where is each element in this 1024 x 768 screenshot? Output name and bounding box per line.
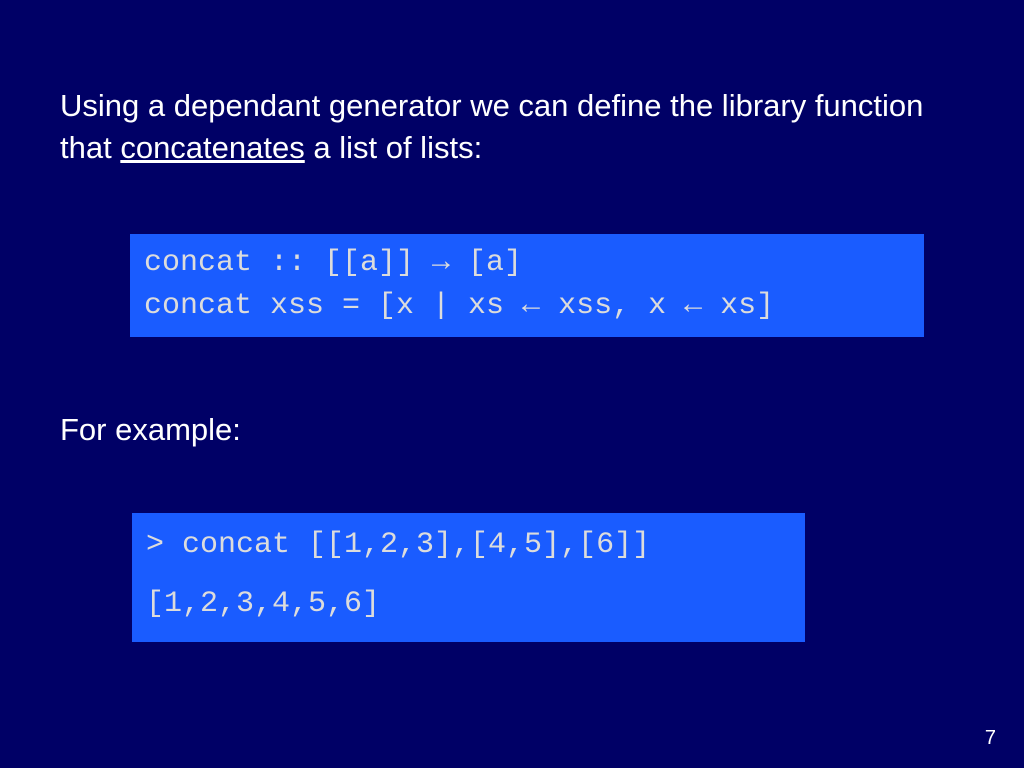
example-code-box: > concat [[1,2,3],[4,5],[6]] [1,2,3,4,5,… (132, 513, 805, 642)
for-example-label: For example: (60, 412, 964, 448)
definition-line-1: concat :: [[a]] → [a] (144, 242, 910, 286)
example-output: [1,2,3,4,5,6] (146, 586, 791, 624)
page-number: 7 (985, 727, 996, 750)
definition-code-box: concat :: [[a]] → [a] concat xss = [x | … (130, 234, 924, 337)
intro-text: Using a dependant generator we can defin… (60, 85, 964, 169)
intro-underlined: concatenates (120, 130, 304, 165)
example-gap (146, 564, 791, 586)
example-input: > concat [[1,2,3],[4,5],[6]] (146, 527, 791, 565)
slide: Using a dependant generator we can defin… (0, 0, 1024, 768)
definition-line-2: concat xss = [x | xs ← xss, x ← xs] (144, 285, 910, 329)
intro-part2: a list of lists: (305, 130, 482, 165)
